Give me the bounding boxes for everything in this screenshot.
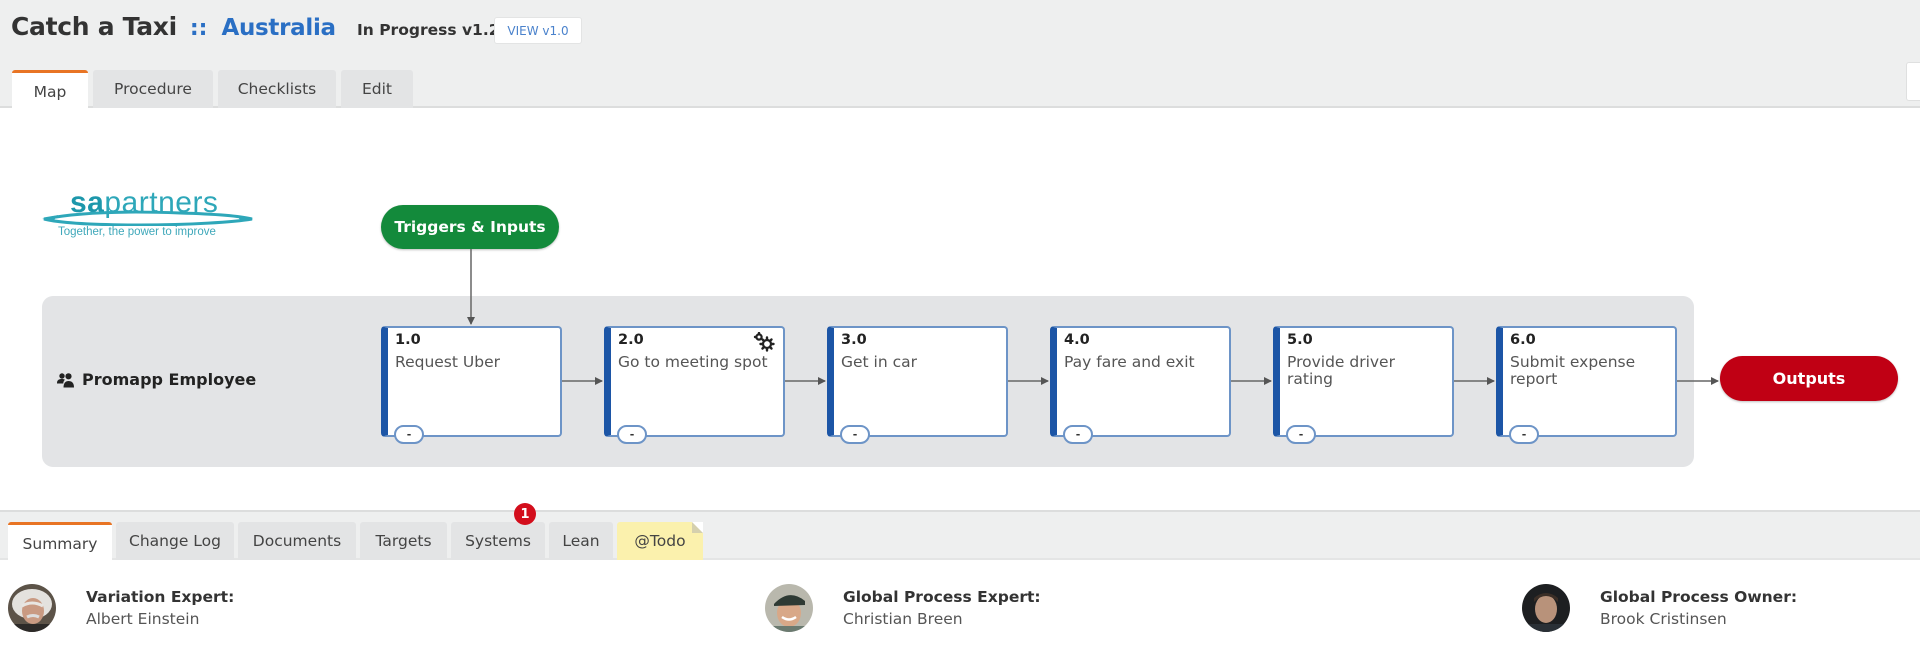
person-role: Variation Expert: [86,588,235,606]
logo-tagline: Together, the power to improve [58,226,216,238]
step-collapse-toggle[interactable]: - [1063,425,1093,444]
person-global-process-owner: Global Process Owner: Brook Cristinsen [1522,584,1797,632]
step-number: 4.0 [1064,332,1090,348]
process-step[interactable]: 6.0 Submit expense report - [1496,326,1677,444]
process-header: Catch a Taxi :: Australia In Progress v1… [0,0,1920,110]
header-action-box[interactable] [1906,62,1920,101]
process-step[interactable]: 3.0 Get in car - [827,326,1008,444]
process-step[interactable]: 4.0 Pay fare and exit - [1050,326,1231,444]
process-step[interactable]: 5.0 Provide driver rating - [1273,326,1454,444]
person-global-process-expert: Global Process Expert: Christian Breen [765,584,1041,632]
step-number: 3.0 [841,332,867,348]
logo-swoosh-icon [42,210,253,226]
step-collapse-toggle[interactable]: - [840,425,870,444]
step-collapse-toggle[interactable]: - [1286,425,1316,444]
tab-documents[interactable]: Documents [238,522,356,560]
tab-todo[interactable]: @Todo [617,522,703,560]
tab-summary[interactable]: Summary [8,522,112,562]
version-status: In Progress v1.2 [357,21,500,39]
step-collapse-toggle[interactable]: - [394,425,424,444]
step-label: Pay fare and exit [1064,353,1195,371]
step-number: 6.0 [1510,332,1536,348]
company-logo: sapartners Together, the power to improv… [40,186,255,246]
note-fold-icon [692,522,703,533]
step-number: 2.0 [618,332,644,348]
process-tabs: Map Procedure Checklists Edit [12,70,413,110]
tab-edit[interactable]: Edit [341,70,413,108]
system-gear-icon[interactable] [753,332,775,352]
tab-todo-label: @Todo [634,532,686,550]
tab-checklists[interactable]: Checklists [218,70,336,108]
process-step[interactable]: 2.0 Go to meeting spot - [604,326,785,444]
triggers-inputs-button[interactable]: Triggers & Inputs [381,205,559,249]
step-label: Get in car [841,353,918,371]
tab-lean[interactable]: Lean [549,522,613,560]
avatar[interactable] [765,584,813,632]
step-label: Request Uber [395,353,500,371]
tab-systems-label: Systems [465,532,531,550]
users-icon [57,372,74,387]
tab-change-log[interactable]: Change Log [116,522,234,560]
person-role: Global Process Expert: [843,588,1041,606]
role-label: Promapp Employee [82,370,257,389]
person-variation-expert: Variation Expert: Albert Einstein [8,584,234,632]
avatar-brook-icon [1522,584,1570,632]
title-separator: :: [189,16,208,41]
person-role: Global Process Owner: [1600,588,1798,606]
notification-badge: 1 [514,503,536,525]
avatar[interactable] [1522,584,1570,632]
step-collapse-toggle[interactable]: - [617,425,647,444]
details-tab-bar: Summary Change Log Documents Targets Sys… [0,503,1920,562]
outputs-button[interactable]: Outputs [1720,356,1898,401]
person-name[interactable]: Albert Einstein [86,610,234,628]
step-collapse-toggle[interactable]: - [1509,425,1539,444]
step-number: 1.0 [395,332,421,348]
view-version-button[interactable]: VIEW v1.0 [494,17,582,44]
step-label: Submit expense report [1510,353,1636,388]
tab-map[interactable]: Map [12,70,88,110]
swimlane-role[interactable]: Promapp Employee [57,370,256,389]
region-link[interactable]: Australia [221,15,336,41]
tab-procedure[interactable]: Procedure [93,70,213,108]
step-label: Go to meeting spot [618,353,768,371]
person-name[interactable]: Christian Breen [843,610,1041,628]
avatar[interactable] [8,584,56,632]
summary-people: Variation Expert: Albert Einstein Global… [0,584,1920,644]
process-step[interactable]: 1.0 Request Uber - [381,326,562,444]
tab-systems[interactable]: Systems 1 [451,503,545,560]
avatar-einstein-icon [8,584,56,632]
person-name[interactable]: Brook Cristinsen [1600,610,1797,628]
avatar-christian-icon [765,584,813,632]
step-label: Provide driver rating [1287,353,1395,388]
step-number: 5.0 [1287,332,1313,348]
tab-targets[interactable]: Targets [360,522,447,560]
page-title: Catch a Taxi :: Australia [11,12,336,41]
process-title: Catch a Taxi [11,12,177,41]
